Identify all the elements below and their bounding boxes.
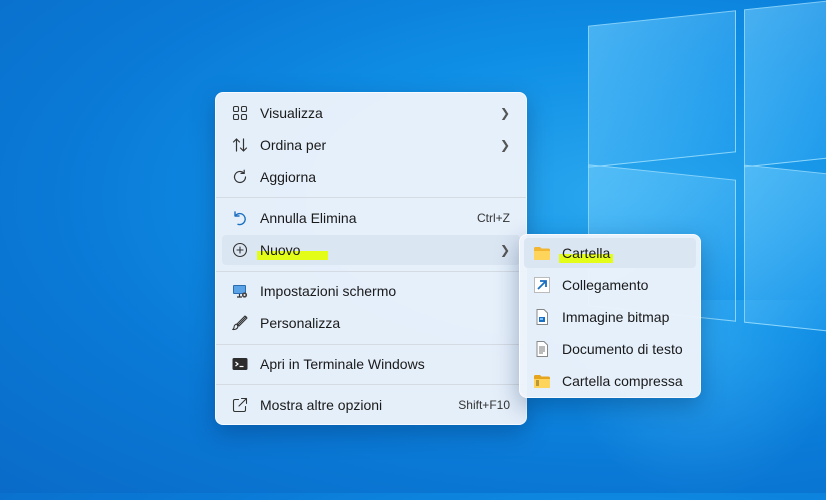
highlighter-mark-wrap: Cartella <box>559 245 614 263</box>
windows-logo-pane <box>744 0 826 168</box>
brush-icon <box>231 314 249 332</box>
highlighter-mark-wrap: Nuovo <box>257 242 329 260</box>
undo-icon <box>231 209 249 227</box>
submenu-item-cartella-compressa[interactable]: Cartella compressa <box>524 366 696 396</box>
terminal-icon <box>231 355 249 373</box>
bitmap-image-icon <box>533 308 551 326</box>
desktop-context-menu: Visualizza ❯ Ordina per ❯ Aggiorna Annul… <box>215 92 527 425</box>
menu-separator <box>216 197 526 198</box>
zip-folder-icon <box>533 372 551 390</box>
chevron-right-icon: ❯ <box>500 138 511 152</box>
more-options-icon <box>231 396 249 414</box>
menu-item-label: Apri in Terminale Windows <box>260 356 425 372</box>
text-document-icon <box>533 340 551 358</box>
submenu-item-label-wrap: Cartella <box>559 245 696 263</box>
shortcut-arrow-icon <box>533 276 551 294</box>
menu-item-label: Aggiorna <box>260 169 317 185</box>
display-settings-icon <box>231 282 249 300</box>
menu-item-label: Ordina per <box>260 137 327 153</box>
submenu-item-cartella[interactable]: Cartella <box>524 238 696 268</box>
menu-item-label: Annulla Elimina <box>260 210 357 226</box>
menu-item-label: Mostra altre opzioni <box>260 397 383 413</box>
submenu-item-label: Cartella <box>562 245 611 261</box>
menu-item-personalizza[interactable]: Personalizza <box>222 308 520 338</box>
menu-item-aggiorna[interactable]: Aggiorna <box>222 162 520 192</box>
menu-item-mostra-altre-opzioni[interactable]: Mostra altre opzioni Shift+F10 <box>222 390 520 420</box>
menu-item-label: Impostazioni schermo <box>260 283 397 299</box>
menu-item-label: Visualizza <box>260 105 323 121</box>
grid-view-icon <box>231 104 249 122</box>
menu-item-label-wrap: Nuovo <box>257 242 500 260</box>
menu-item-visualizza[interactable]: Visualizza ❯ <box>222 98 520 128</box>
submenu-item-label: Collegamento <box>562 277 649 293</box>
menu-item-label: Personalizza <box>260 315 341 331</box>
shortcut-text: Ctrl+Z <box>477 211 510 225</box>
submenu-item-label: Documento di testo <box>562 341 683 357</box>
refresh-icon <box>231 168 249 186</box>
submenu-item-label: Cartella compressa <box>562 373 683 389</box>
menu-item-nuovo[interactable]: Nuovo ❯ <box>222 235 520 265</box>
submenu-item-label: Immagine bitmap <box>562 309 670 325</box>
chevron-right-icon: ❯ <box>500 106 511 120</box>
submenu-item-collegamento[interactable]: Collegamento <box>524 270 696 300</box>
submenu-nuovo: Cartella Collegamento Immagine bitmap Do… <box>519 234 701 398</box>
menu-item-label: Nuovo <box>260 242 301 258</box>
new-plus-icon <box>231 241 249 259</box>
menu-item-impostazioni-schermo[interactable]: Impostazioni schermo <box>222 276 520 306</box>
windows-logo-pane <box>744 164 826 334</box>
chevron-right-icon: ❯ <box>500 243 511 257</box>
shortcut-text: Shift+F10 <box>458 398 510 412</box>
menu-item-annulla-elimina[interactable]: Annulla Elimina Ctrl+Z <box>222 203 520 233</box>
menu-item-ordina-per[interactable]: Ordina per ❯ <box>222 130 520 160</box>
folder-icon <box>533 244 551 262</box>
menu-separator <box>216 271 526 272</box>
menu-separator <box>216 344 526 345</box>
submenu-item-documento-di-testo[interactable]: Documento di testo <box>524 334 696 364</box>
submenu-item-immagine-bitmap[interactable]: Immagine bitmap <box>524 302 696 332</box>
sort-arrows-icon <box>231 136 249 154</box>
menu-separator <box>216 384 526 385</box>
windows-logo-pane <box>588 10 736 168</box>
menu-item-apri-terminale[interactable]: Apri in Terminale Windows <box>222 349 520 379</box>
